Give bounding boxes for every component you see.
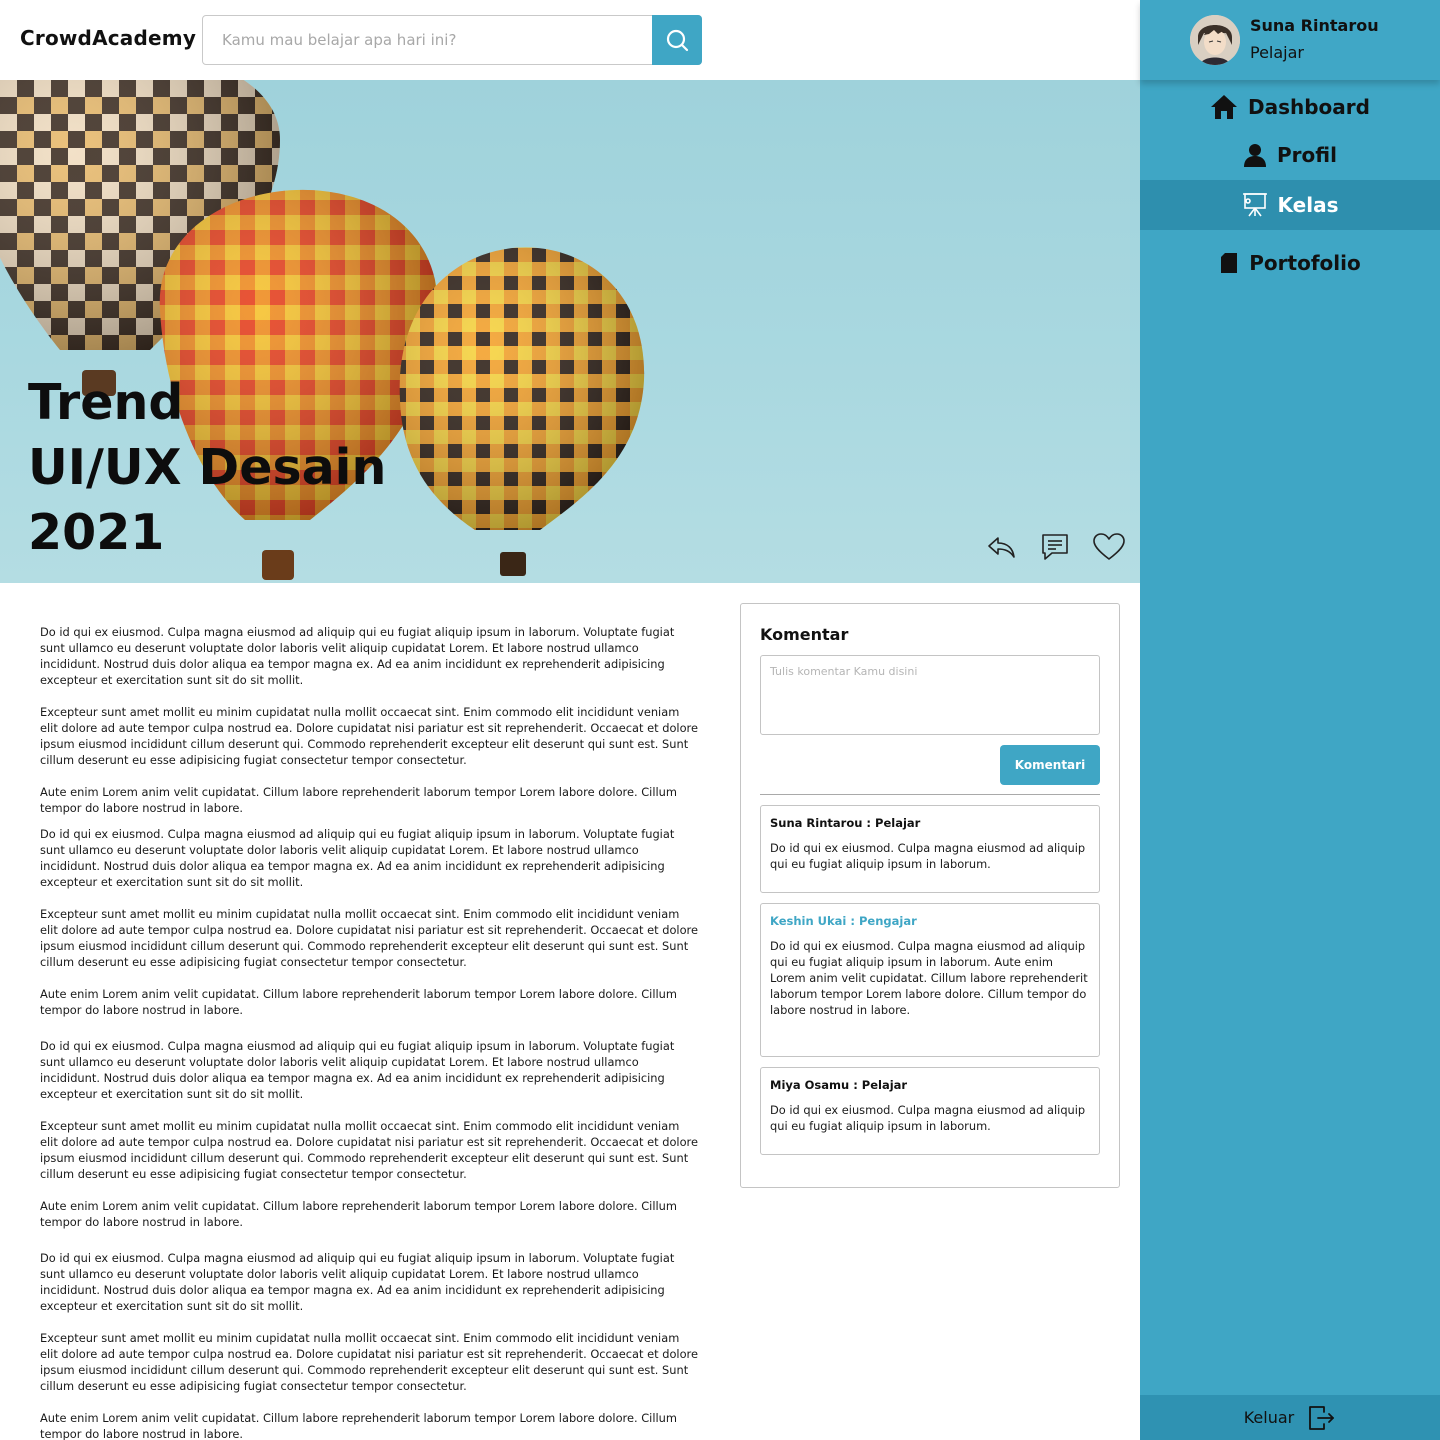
top-header: CrowdAcademy bbox=[0, 0, 1140, 80]
comment-item: Miya Osamu : Pelajar Do id qui ex eiusmo… bbox=[760, 1067, 1100, 1155]
article-paragraph: Excepteur sunt amet mollit eu minim cupi… bbox=[40, 1119, 698, 1181]
logout-button[interactable]: Keluar bbox=[1140, 1395, 1440, 1440]
user-role: Pelajar bbox=[1250, 43, 1304, 62]
comment-author: Keshin Ukai : Pengajar bbox=[770, 914, 917, 928]
article-body: Do id qui ex eiusmod. Culpa magna eiusmo… bbox=[40, 624, 700, 1440]
article-paragraph: Do id qui ex eiusmod. Culpa magna eiusmo… bbox=[40, 1251, 675, 1313]
home-icon bbox=[1211, 95, 1237, 119]
sidebar-item-portofolio[interactable]: Portofolio bbox=[1140, 238, 1440, 288]
share-button[interactable] bbox=[984, 530, 1018, 564]
article-paragraph: Aute enim Lorem anim velit cupidatat. Ci… bbox=[40, 1199, 677, 1229]
sidebar-item-profil[interactable]: Profil bbox=[1140, 130, 1440, 180]
comment-button[interactable] bbox=[1038, 530, 1072, 564]
comment-input[interactable] bbox=[760, 655, 1100, 735]
comment-author: Suna Rintarou : Pelajar bbox=[770, 816, 921, 830]
comment-text: Do id qui ex eiusmod. Culpa magna eiusmo… bbox=[770, 841, 1086, 871]
article-paragraph: Aute enim Lorem anim velit cupidatat. Ci… bbox=[40, 1411, 677, 1440]
article-paragraph: Do id qui ex eiusmod. Culpa magna eiusmo… bbox=[40, 1039, 675, 1101]
comment-item: Suna Rintarou : Pelajar Do id qui ex eiu… bbox=[760, 805, 1100, 893]
sidebar-item-label: Profil bbox=[1277, 143, 1337, 167]
avatar bbox=[1190, 15, 1240, 65]
comment-item: Keshin Ukai : Pengajar Do id qui ex eius… bbox=[760, 903, 1100, 1057]
article-actions bbox=[984, 530, 1126, 564]
article-paragraph: Excepteur sunt amet mollit eu minim cupi… bbox=[40, 1331, 698, 1393]
article-title: Trend UI/UX Desain 2021 bbox=[28, 370, 386, 565]
user-icon bbox=[1244, 144, 1267, 167]
hero-banner: Trend UI/UX Desain 2021 bbox=[0, 80, 1140, 583]
article-paragraph: Excepteur sunt amet mollit eu minim cupi… bbox=[40, 907, 698, 969]
comments-title: Komentar bbox=[760, 625, 849, 644]
comment-author: Miya Osamu : Pelajar bbox=[770, 1078, 908, 1092]
logout-label: Keluar bbox=[1243, 1408, 1295, 1427]
article-paragraph: Do id qui ex eiusmod. Culpa magna eiusmo… bbox=[40, 625, 675, 687]
logout-icon bbox=[1309, 1405, 1335, 1430]
title-line: 2021 bbox=[28, 504, 165, 561]
search-bar bbox=[202, 15, 702, 65]
title-line: Trend bbox=[28, 374, 184, 431]
sidebar: Suna Rintarou Pelajar Dashboard Profil K… bbox=[1140, 0, 1440, 1440]
user-profile[interactable]: Suna Rintarou Pelajar bbox=[1140, 0, 1440, 80]
sidebar-item-dashboard[interactable]: Dashboard bbox=[1140, 82, 1440, 132]
sidebar-item-label: Portofolio bbox=[1249, 251, 1361, 275]
like-button[interactable] bbox=[1092, 530, 1126, 564]
user-name: Suna Rintarou bbox=[1250, 16, 1379, 35]
sidebar-item-kelas[interactable]: Kelas bbox=[1140, 180, 1440, 230]
share-icon bbox=[988, 537, 1015, 558]
sidebar-item-label: Dashboard bbox=[1248, 95, 1370, 119]
title-line: UI/UX Desain bbox=[28, 439, 387, 496]
article-paragraph: Excepteur sunt amet mollit eu minim cupi… bbox=[40, 705, 698, 767]
sidebar-item-label: Kelas bbox=[1277, 193, 1339, 217]
search-button[interactable] bbox=[652, 15, 702, 65]
article-paragraph: Aute enim Lorem anim velit cupidatat. Ci… bbox=[40, 785, 677, 815]
presentation-board-icon bbox=[1242, 193, 1267, 217]
search-icon bbox=[666, 29, 689, 52]
divider bbox=[760, 794, 1100, 795]
brand-logo[interactable]: CrowdAcademy bbox=[20, 26, 196, 50]
article-paragraph: Do id qui ex eiusmod. Culpa magna eiusmo… bbox=[40, 827, 675, 889]
comment-text: Do id qui ex eiusmod. Culpa magna eiusmo… bbox=[770, 939, 1088, 1017]
search-input[interactable] bbox=[203, 16, 653, 64]
comment-icon bbox=[1042, 534, 1068, 560]
comments-panel: Komentar Komentari Suna Rintarou : Pelaj… bbox=[740, 603, 1120, 1188]
heart-icon bbox=[1093, 533, 1125, 560]
comment-text: Do id qui ex eiusmod. Culpa magna eiusmo… bbox=[770, 1103, 1086, 1133]
article-paragraph: Aute enim Lorem anim velit cupidatat. Ci… bbox=[40, 987, 677, 1017]
folder-icon bbox=[1221, 253, 1238, 273]
submit-comment-button[interactable]: Komentari bbox=[1000, 745, 1100, 785]
